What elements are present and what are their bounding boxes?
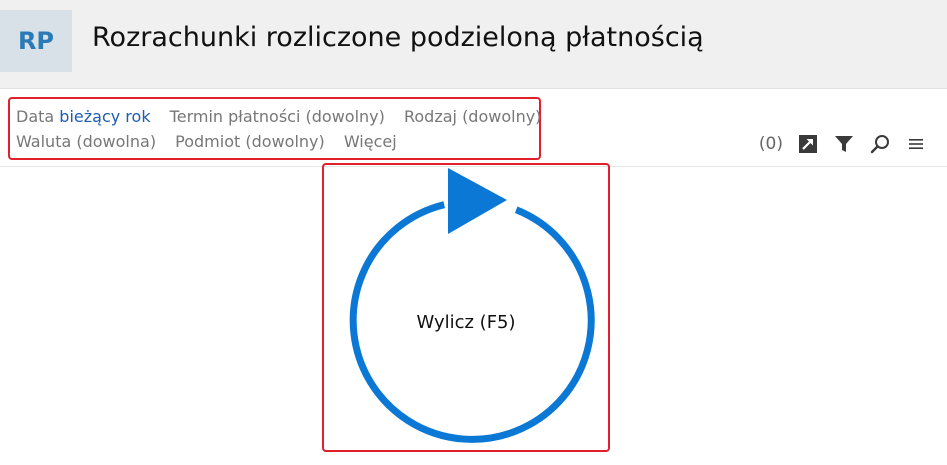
app-badge: RP: [0, 10, 72, 72]
filter-entity-label: Podmiot: [175, 132, 241, 151]
search-icon[interactable]: [869, 133, 891, 155]
menu-icon[interactable]: [905, 133, 927, 155]
filter-more-label: Więcej: [343, 132, 397, 151]
filter-icon[interactable]: [833, 133, 855, 155]
calculate-label: Wylicz (F5): [416, 312, 516, 333]
toolbar: (0): [759, 130, 927, 158]
record-count: (0): [758, 134, 783, 154]
page-title: Rozrachunki rozliczone podzieloną płatno…: [92, 22, 704, 53]
calculate-button[interactable]: Wylicz (F5): [322, 163, 610, 452]
filter-currency[interactable]: Waluta (dowolna): [16, 132, 161, 151]
filter-date[interactable]: Data bieżący rok: [16, 107, 156, 126]
filter-date-value: bieżący rok: [59, 107, 151, 126]
filter-more-link[interactable]: Więcej: [344, 132, 397, 151]
refresh-icon: [349, 168, 595, 443]
filter-row-2: Waluta (dowolna) Podmiot (dowolny) Więce…: [16, 132, 411, 151]
filter-entity[interactable]: Podmiot (dowolny): [175, 132, 330, 151]
filter-payment-due[interactable]: Termin płatności (dowolny): [170, 107, 390, 126]
filter-row-1: Data bieżący rok Termin płatności (dowol…: [16, 107, 555, 126]
app-header: RP Rozrachunki rozliczone podzieloną pła…: [0, 0, 947, 89]
export-icon[interactable]: [797, 133, 819, 155]
filter-type-value: (dowolny): [462, 107, 542, 126]
filter-payment-due-label: Termin płatności: [169, 107, 301, 126]
filter-currency-value: (dowolna): [76, 132, 157, 151]
filter-payment-due-value: (dowolny): [305, 107, 385, 126]
filter-date-label: Data: [16, 107, 55, 126]
filter-entity-value: (dowolny): [245, 132, 325, 151]
filter-type-label: Rodzaj: [403, 107, 457, 126]
filter-type[interactable]: Rodzaj (dowolny): [404, 107, 541, 126]
filter-currency-label: Waluta: [16, 132, 72, 151]
filter-panel: Data bieżący rok Termin płatności (dowol…: [8, 97, 541, 160]
